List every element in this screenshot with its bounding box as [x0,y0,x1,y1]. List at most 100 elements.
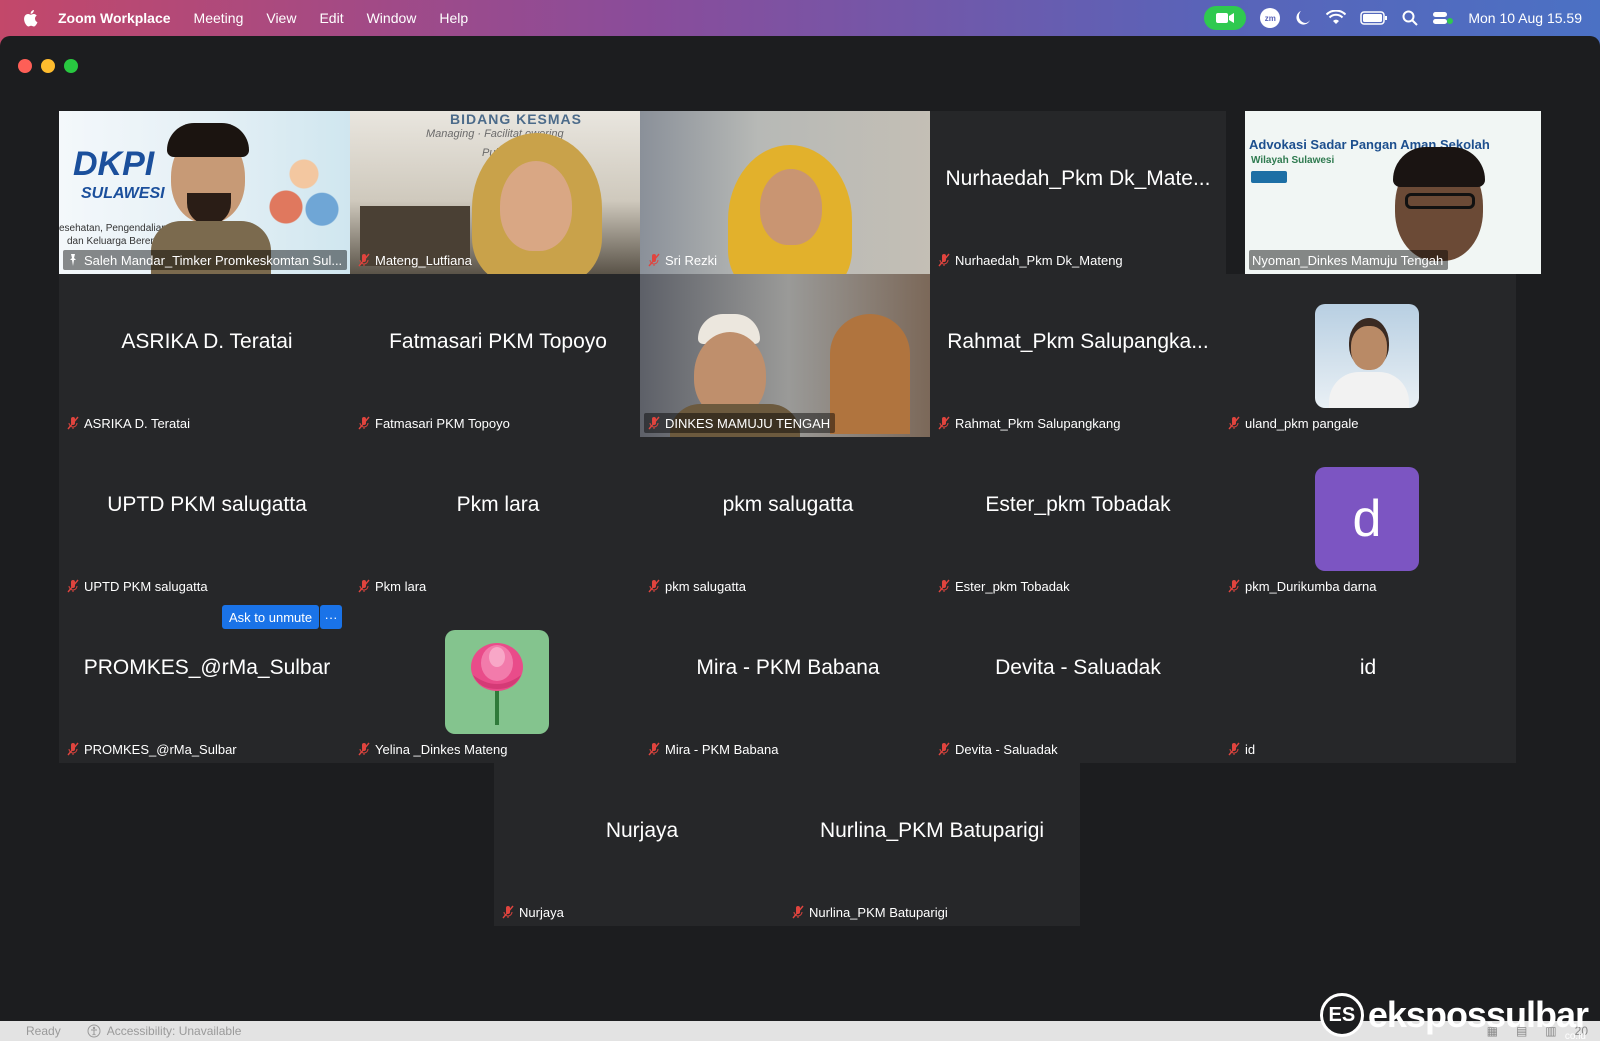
wifi-icon[interactable] [1326,10,1347,26]
participant-name-label: pkm_Durikumba darna [1224,576,1382,596]
flower-avatar [445,630,549,734]
muted-mic-icon [648,742,660,756]
background-banner-text: esehatan, Pengendalian [59,223,167,234]
participant-display-name: Nurhaedah_Pkm Dk_Mate... [945,167,1211,190]
lotus-flower-icon [471,643,523,725]
participant-display-name: Fatmasari PKM Topoyo [389,330,607,353]
participant-tile[interactable]: Devita - Saluadak Devita - Saluadak [930,600,1226,763]
zoom-status-icon[interactable]: zm [1260,8,1281,28]
participant-name: Nyoman_Dinkes Mamuju Tengah [1252,252,1444,268]
participant-name-label: UPTD PKM salugatta [63,576,213,596]
camera-in-use-icon[interactable] [1204,6,1247,30]
participant-name: Mateng_Lutfiana [375,252,472,268]
participant-display-name: PROMKES_@rMa_Sulbar [83,656,331,679]
menu-view[interactable]: View [266,10,296,26]
participant-tile[interactable]: uland_pkm pangale [1220,274,1516,437]
apple-icon[interactable] [22,9,38,27]
participant-tile[interactable]: ASRIKA D. Teratai ASRIKA D. Teratai [59,274,355,437]
participant-name: ASRIKA D. Teratai [84,415,190,431]
participant-tile[interactable]: DKPI SULAWESI esehatan, Pengendalian dan… [59,111,355,274]
background-banner-text: BIDANG KESMAS [450,111,583,127]
close-window-button[interactable] [18,59,32,73]
muted-mic-icon [1228,416,1240,430]
participant-name: pkm salugatta [665,578,746,594]
participant-tile[interactable]: Mira - PKM Babana Mira - PKM Babana [640,600,936,763]
participant-name: id [1245,741,1256,757]
participant-name-label: id [1224,739,1260,759]
watermark-logo: ES [1319,993,1364,1037]
participant-tile[interactable]: Pkm lara Pkm lara [350,437,646,600]
participant-tile[interactable]: Nurhaedah_Pkm Dk_Mate... Nurhaedah_Pkm D… [930,111,1226,274]
fullscreen-window-button[interactable] [64,59,78,73]
participant-name-label: Nurjaya [498,902,569,922]
participant-name-label: ASRIKA D. Teratai [63,413,195,433]
publisher-watermark: ES ekspossulbar co.id [1319,993,1589,1041]
participant-name: Rahmat_Pkm Salupangkang [955,415,1121,431]
participant-display-name: id [1359,656,1377,679]
battery-icon[interactable] [1360,11,1388,25]
muted-mic-icon [938,416,950,430]
muted-mic-icon [1228,579,1240,593]
muted-mic-icon [358,416,370,430]
zoom-meeting-window: DKPI SULAWESI esehatan, Pengendalian dan… [0,36,1600,1041]
participant-display-name: Nurjaya [605,819,679,842]
participant-name: Mira - PKM Babana [665,741,779,757]
participant-display-name: Devita - Saluadak [995,656,1161,679]
muted-mic-icon [938,742,950,756]
participant-name-label: Sri Rezki [644,250,722,270]
moon-icon[interactable] [1294,9,1312,27]
menu-window[interactable]: Window [367,10,417,26]
muted-mic-icon [938,253,950,267]
menu-help[interactable]: Help [439,10,468,26]
muted-mic-icon [1228,742,1240,756]
participant-name: Devita - Saluadak [955,741,1058,757]
participant-tile[interactable]: d pkm_Durikumba darna [1220,437,1516,600]
accessibility-status[interactable]: Accessibility: Unavailable [87,1024,241,1038]
participant-tile[interactable]: Rahmat_Pkm Salupangka... Rahmat_Pkm Salu… [930,274,1226,437]
participant-tile[interactable]: Ester_pkm Tobadak Ester_pkm Tobadak [930,437,1226,600]
participant-tile[interactable]: Advokasi Sadar Pangan Aman Sekolah Wilay… [1245,111,1541,274]
ask-to-unmute-button[interactable]: Ask to unmute [222,605,320,629]
participant-tile[interactable]: Nurjaya Nurjaya [494,763,790,926]
menu-meeting[interactable]: Meeting [194,10,244,26]
more-options-button[interactable]: ··· [320,605,342,629]
participant-name-label: Nurlina_PKM Batuparigi [788,902,953,922]
participant-tile[interactable]: UPTD PKM salugatta UPTD PKM salugatta [59,437,355,600]
participant-tile[interactable]: BIDANG KESMAS Managing · Facilitat oweri… [350,111,646,274]
muted-mic-icon [938,579,950,593]
participant-tile[interactable]: Sri Rezki [640,111,936,274]
muted-mic-icon [67,416,79,430]
participant-name-label: DINKES MAMUJU TENGAH [644,413,836,433]
participant-name: Sri Rezki [665,252,718,268]
participant-tile[interactable]: pkm salugatta pkm salugatta [640,437,936,600]
participant-tile[interactable]: Nurlina_PKM Batuparigi Nurlina_PKM Batup… [784,763,1080,926]
participant-display-name: Pkm lara [456,493,540,516]
participant-tile[interactable]: id id [1220,600,1516,763]
watermark-domain: co.id [1564,1031,1586,1041]
participant-name: uland_pkm pangale [1245,415,1359,431]
participant-name-label: Yelina _Dinkes Mateng [354,739,513,759]
participant-name: DINKES MAMUJU TENGAH [665,415,831,431]
participant-name: Fatmasari PKM Topoyo [375,415,510,431]
participant-name-label: Mateng_Lutfiana [354,250,477,270]
date-tag [1251,171,1287,183]
minimize-window-button[interactable] [41,59,55,73]
muted-mic-icon [792,905,804,919]
participant-tile[interactable]: Fatmasari PKM Topoyo Fatmasari PKM Topoy… [350,274,646,437]
participant-name: Yelina _Dinkes Mateng [375,741,508,757]
participant-name: PROMKES_@rMa_Sulbar [84,741,237,757]
background-banner-text: DKPI [73,145,155,183]
participant-display-name: Nurlina_PKM Batuparigi [819,819,1045,842]
menu-edit[interactable]: Edit [319,10,343,26]
participant-tile[interactable]: Yelina _Dinkes Mateng [350,600,646,763]
background-banner-text: SULAWESI [81,185,165,202]
participant-name-label: Saleh Mandar_Timker Promkeskomtan Sul... [63,250,348,270]
status-ready-text: Ready [26,1024,61,1038]
menu-app-name[interactable]: Zoom Workplace [58,10,171,26]
participant-name-label: Fatmasari PKM Topoyo [354,413,515,433]
control-center-icon[interactable] [1432,10,1454,26]
participant-name-label: Pkm lara [354,576,431,596]
participant-tile[interactable]: DINKES MAMUJU TENGAH [640,274,936,437]
spotlight-search-icon[interactable] [1402,10,1419,26]
menubar-clock[interactable]: Mon 10 Aug 15.59 [1468,10,1582,26]
